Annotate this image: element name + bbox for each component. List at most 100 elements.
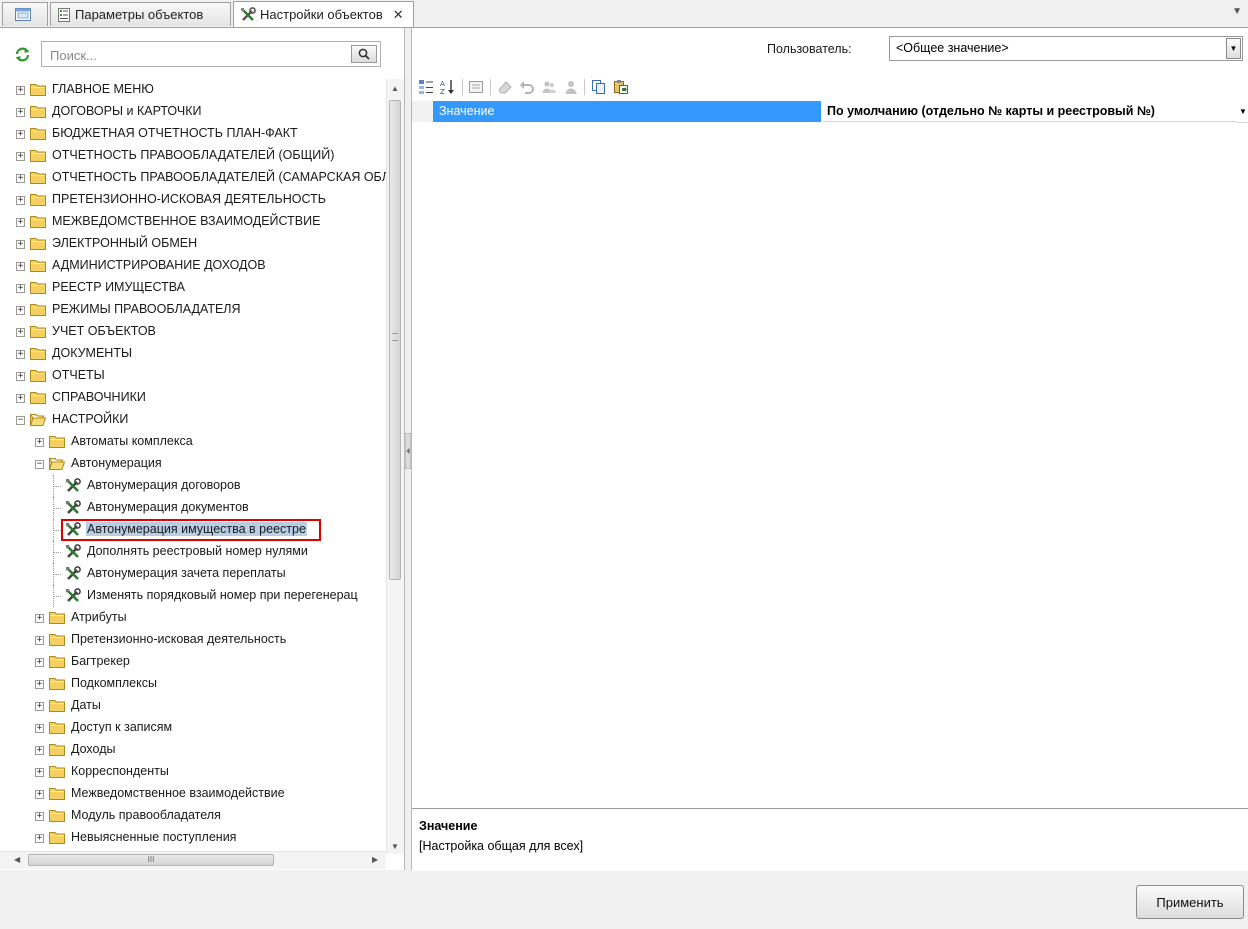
chevron-down-icon[interactable]: ▼: [1226, 38, 1241, 59]
collapse-icon[interactable]: −: [35, 460, 44, 469]
tab-window[interactable]: [2, 2, 48, 26]
paste-icon[interactable]: [612, 78, 630, 96]
expand-icon[interactable]: +: [35, 746, 44, 755]
folder-icon: [30, 347, 46, 360]
tree-folder-item[interactable]: + СПРАВОЧНИКИ: [0, 387, 386, 409]
scroll-thumb[interactable]: III: [28, 854, 274, 866]
user-icon[interactable]: [562, 78, 580, 96]
expand-icon[interactable]: +: [16, 152, 25, 161]
tree-folder-item[interactable]: + Невыясненные поступления: [0, 827, 386, 849]
tree-folder-item[interactable]: + Доступ к записям: [0, 717, 386, 739]
expand-icon[interactable]: +: [35, 614, 44, 623]
tree-folder-item[interactable]: + Даты: [0, 695, 386, 717]
tree-setting-item[interactable]: Изменять порядковый номер при перегенера…: [0, 585, 386, 607]
users-icon[interactable]: [540, 78, 558, 96]
expand-icon[interactable]: +: [35, 636, 44, 645]
scroll-right-icon[interactable]: ▶: [372, 855, 378, 864]
tree-folder-item[interactable]: + АДМИНИСТРИРОВАНИЕ ДОХОДОВ: [0, 255, 386, 277]
expand-icon[interactable]: +: [16, 108, 25, 117]
property-pages-icon[interactable]: [467, 78, 485, 96]
tree-folder-item[interactable]: + РЕЕСТР ИМУЩЕСТВА: [0, 277, 386, 299]
tree-folder-item[interactable]: + ГЛАВНОЕ МЕНЮ: [0, 79, 386, 101]
tree-connector: [53, 508, 61, 509]
scroll-left-icon[interactable]: ◀: [14, 855, 20, 864]
chevron-down-icon[interactable]: ▼: [1237, 101, 1248, 123]
expand-icon[interactable]: +: [35, 834, 44, 843]
tree-folder-item[interactable]: + Автоматы комплекса: [0, 431, 386, 453]
sort-alphabetical-icon[interactable]: AZ: [439, 78, 457, 96]
expand-icon[interactable]: +: [16, 284, 25, 293]
tree-folder-item[interactable]: + Межведомственное взаимодействие: [0, 783, 386, 805]
expand-icon[interactable]: +: [16, 86, 25, 95]
expand-icon[interactable]: +: [35, 658, 44, 667]
expand-icon[interactable]: +: [35, 724, 44, 733]
tree-folder-item[interactable]: + Атрибуты: [0, 607, 386, 629]
scroll-thumb[interactable]: [389, 100, 401, 580]
tree-setting-item[interactable]: Автонумерация документов: [0, 497, 386, 519]
expand-icon[interactable]: +: [35, 702, 44, 711]
horizontal-scrollbar[interactable]: ◀ III ▶: [0, 851, 386, 869]
property-value[interactable]: По умолчанию (отдельно № карты и реестро…: [823, 101, 1237, 122]
refresh-icon[interactable]: [14, 46, 31, 66]
expand-icon[interactable]: +: [16, 240, 25, 249]
expand-icon[interactable]: +: [16, 328, 25, 337]
chevron-down-icon[interactable]: ▼: [1232, 6, 1242, 17]
expand-icon[interactable]: +: [16, 394, 25, 403]
expand-icon[interactable]: +: [35, 438, 44, 447]
tree-folder-item[interactable]: + РЕЖИМЫ ПРАВООБЛАДАТЕЛЯ: [0, 299, 386, 321]
expand-icon[interactable]: +: [16, 196, 25, 205]
tree-folder-item[interactable]: + Претензионно-исковая деятельность: [0, 629, 386, 651]
tab-object-parameters[interactable]: Параметры объектов: [50, 2, 231, 26]
expand-icon[interactable]: +: [35, 812, 44, 821]
tree-item-label: Невыясненные поступления: [71, 830, 237, 844]
tab-object-settings[interactable]: Настройки объектов ✕: [233, 1, 414, 27]
tree-folder-item[interactable]: + Подкомплексы: [0, 673, 386, 695]
apply-button[interactable]: Применить: [1136, 885, 1244, 919]
tree-folder-item[interactable]: + ДОГОВОРЫ и КАРТОЧКИ: [0, 101, 386, 123]
scroll-up-icon[interactable]: ▲: [391, 84, 399, 93]
tree-folder-item[interactable]: + МЕЖВЕДОМСТВЕННОЕ ВЗАИМОДЕЙСТВИЕ: [0, 211, 386, 233]
expand-icon[interactable]: +: [16, 306, 25, 315]
tree-setting-item[interactable]: Автонумерация договоров: [0, 475, 386, 497]
expand-icon[interactable]: +: [16, 350, 25, 359]
tree-folder-item[interactable]: + ОТЧЕТЫ: [0, 365, 386, 387]
eraser-icon[interactable]: [496, 78, 514, 96]
search-field[interactable]: [41, 41, 381, 67]
property-name[interactable]: Значение: [433, 101, 821, 122]
tree-folder-item[interactable]: + ЭЛЕКТРОННЫЙ ОБМЕН: [0, 233, 386, 255]
expand-icon[interactable]: +: [35, 790, 44, 799]
search-input[interactable]: [48, 43, 352, 67]
close-icon[interactable]: ✕: [393, 7, 404, 23]
tree-folder-item[interactable]: + ПРЕТЕНЗИОННО-ИСКОВАЯ ДЕЯТЕЛЬНОСТЬ: [0, 189, 386, 211]
expand-icon[interactable]: +: [16, 130, 25, 139]
expand-icon[interactable]: +: [16, 174, 25, 183]
expand-icon[interactable]: +: [16, 218, 25, 227]
tree-folder-item[interactable]: + Модуль правообладателя: [0, 805, 386, 827]
folder-icon: [49, 787, 65, 800]
tree-folder-item[interactable]: + Багтрекер: [0, 651, 386, 673]
expand-icon[interactable]: +: [16, 262, 25, 271]
tree-folder-item[interactable]: − НАСТРОЙКИ: [0, 409, 386, 431]
tree-folder-item[interactable]: + ДОКУМЕНТЫ: [0, 343, 386, 365]
tree-folder-item[interactable]: + БЮДЖЕТНАЯ ОТЧЕТНОСТЬ ПЛАН-ФАКТ: [0, 123, 386, 145]
expand-icon[interactable]: +: [35, 768, 44, 777]
vertical-scrollbar[interactable]: ▲ ▼: [386, 79, 404, 854]
tree-setting-item[interactable]: Дополнять реестровый номер нулями: [0, 541, 386, 563]
expand-icon[interactable]: +: [16, 372, 25, 381]
tree-folder-item[interactable]: + ОТЧЕТНОСТЬ ПРАВООБЛАДАТЕЛЕЙ (САМАРСКАЯ …: [0, 167, 386, 189]
tree-folder-item[interactable]: + Доходы: [0, 739, 386, 761]
copy-icon[interactable]: [590, 78, 608, 96]
collapse-icon[interactable]: −: [16, 416, 25, 425]
tree-folder-item[interactable]: + УЧЕТ ОБЪЕКТОВ: [0, 321, 386, 343]
tree-folder-item[interactable]: − Автонумерация: [0, 453, 386, 475]
tree-folder-item[interactable]: + Корреспонденты: [0, 761, 386, 783]
undo-icon[interactable]: [518, 78, 536, 96]
tree-setting-item[interactable]: Автонумерация зачета переплаты: [0, 563, 386, 585]
expand-icon[interactable]: +: [35, 680, 44, 689]
search-button[interactable]: [351, 45, 377, 63]
tree-folder-item[interactable]: + ОТЧЕТНОСТЬ ПРАВООБЛАДАТЕЛЕЙ (ОБЩИЙ): [0, 145, 386, 167]
scroll-down-icon[interactable]: ▼: [391, 842, 399, 851]
categorized-icon[interactable]: [417, 78, 435, 96]
selection-highlight: [61, 519, 321, 541]
user-select[interactable]: <Общее значение> ▼: [889, 36, 1243, 61]
